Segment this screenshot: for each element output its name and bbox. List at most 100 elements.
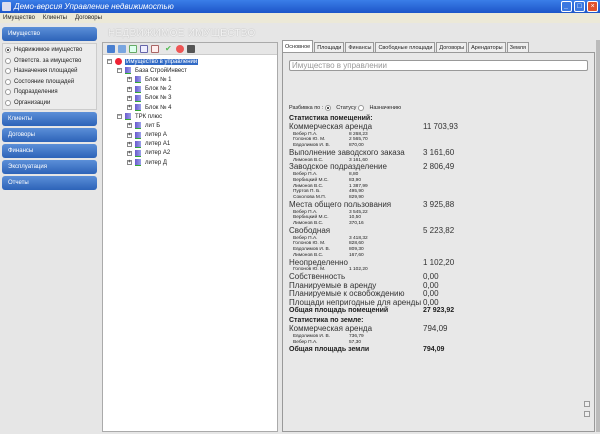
title-bar: Демо-версия Управление недвижимостью _ □… — [0, 0, 600, 13]
expand-icon[interactable]: + — [127, 123, 132, 129]
menu-item[interactable]: Клиенты — [43, 13, 67, 23]
expand-icon[interactable]: + — [127, 160, 132, 166]
tree-node-label[interactable]: ТРК плюс — [135, 114, 162, 120]
tree-node[interactable]: − ТРК плюс — [107, 112, 273, 121]
radio-icon[interactable] — [5, 89, 11, 96]
expand-icon[interactable]: + — [127, 86, 132, 92]
split-status-radio[interactable] — [325, 105, 332, 111]
stat-row: Места общего пользования 3 925,88 — [289, 200, 588, 210]
menu-item[interactable]: Имущество — [3, 13, 35, 23]
tree-node-label[interactable]: Блок № 2 — [145, 86, 172, 92]
tab[interactable]: Арендаторы — [468, 42, 506, 52]
scroll-down-button[interactable] — [584, 411, 590, 417]
tree-node-label[interactable]: Блок № 4 — [145, 105, 172, 111]
sidebar-option-label: Подразделения — [14, 89, 58, 96]
scrollbar[interactable] — [596, 40, 600, 432]
total-label: Общая площадь помещений — [289, 307, 389, 315]
tree-node[interactable]: + Блок № 2 — [107, 85, 273, 94]
cancel-icon[interactable] — [176, 45, 184, 53]
sidebar-group[interactable]: Клиенты — [2, 112, 97, 126]
sidebar-option-label: Назначения площадей — [14, 68, 78, 75]
expand-icon[interactable]: + — [127, 141, 132, 147]
split-purpose-radio[interactable] — [358, 105, 365, 111]
expand-icon[interactable]: + — [127, 77, 132, 83]
add-document-icon[interactable] — [129, 45, 137, 53]
stat-name: Заводское подразделение — [289, 162, 387, 172]
sidebar-option[interactable]: Ответств. за имущество — [5, 56, 94, 67]
tree-node[interactable]: + литер А1 — [107, 140, 273, 149]
expand-icon[interactable]: + — [127, 150, 132, 156]
sidebar-option[interactable]: Подразделения — [5, 87, 94, 98]
sidebar-option[interactable]: Организации — [5, 98, 94, 109]
sidebar-option[interactable]: Состояние площадей — [5, 77, 94, 88]
tab[interactable]: Площади — [314, 42, 345, 52]
edit-document-icon[interactable] — [140, 45, 148, 53]
sidebar-group[interactable]: Договоры — [2, 128, 97, 142]
sidebar-group[interactable]: Эксплуатация — [2, 160, 97, 174]
collapse-icon[interactable]: − — [117, 68, 122, 74]
sidebar-option[interactable]: Назначения площадей — [5, 66, 94, 77]
building-icon — [135, 85, 141, 93]
property-name-input[interactable]: Имущество в управлении — [289, 60, 588, 71]
collapse-icon[interactable]: − — [107, 59, 112, 65]
windows-icon[interactable] — [118, 45, 126, 53]
tab[interactable]: Свободные площади — [375, 42, 436, 52]
check-icon[interactable]: ✔ — [165, 45, 173, 53]
tree-node[interactable]: + Блок № 3 — [107, 94, 273, 103]
expand-icon[interactable]: + — [127, 132, 132, 138]
tree-node[interactable]: + лит Б — [107, 121, 273, 130]
sidebar-group[interactable]: Финансы — [2, 144, 97, 158]
collapse-icon[interactable]: − — [117, 114, 122, 120]
menu-item[interactable]: Договоры — [75, 13, 102, 23]
tab[interactable]: Договоры — [436, 42, 468, 52]
maximize-button[interactable]: □ — [574, 1, 585, 12]
land-total-label: Общая площадь земли — [289, 345, 370, 353]
tree-node[interactable]: + Блок № 4 — [107, 103, 273, 112]
sidebar-option[interactable]: Недвижимое имущество — [5, 45, 94, 56]
radio-icon[interactable] — [5, 99, 11, 106]
stat-value: 11 703,93 — [423, 122, 458, 131]
tree-node-label[interactable]: Имущество в управлении — [125, 58, 199, 65]
tree-node-label[interactable]: литер А1 — [145, 141, 170, 147]
tree-node[interactable]: + Блок № 1 — [107, 75, 273, 84]
sidebar-group-property[interactable]: Имущество — [2, 27, 97, 41]
total-value: 27 923,92 — [423, 307, 455, 315]
scroll-up-button[interactable] — [584, 401, 590, 407]
radio-icon[interactable] — [5, 47, 11, 54]
delete-document-icon[interactable] — [151, 45, 159, 53]
expand-icon[interactable]: + — [127, 95, 132, 101]
building-icon — [135, 94, 141, 102]
building-icon — [135, 140, 141, 148]
sidebar-group[interactable]: Отчеты — [2, 176, 97, 190]
tree-node-label[interactable]: База СтройИнвест — [135, 68, 187, 74]
tree-node[interactable]: + литер А — [107, 131, 273, 140]
tab[interactable]: Земля — [506, 42, 529, 52]
stat-value: 794,09 — [423, 324, 448, 334]
tree-node-label[interactable]: Блок № 1 — [145, 77, 172, 83]
tab[interactable]: Финансы — [345, 42, 375, 52]
close-button[interactable]: × — [587, 1, 598, 12]
tree-node-label[interactable]: литер Д — [145, 160, 167, 166]
tree-node-label[interactable]: Блок № 3 — [145, 95, 172, 101]
tree-root[interactable]: − Имущество в управлении — [107, 57, 273, 66]
stat-name: Выполнение заводского заказа — [289, 147, 405, 157]
expand-icon[interactable]: + — [127, 105, 132, 111]
tree-node[interactable]: + литер А2 — [107, 149, 273, 158]
tab[interactable]: Основное — [282, 40, 314, 52]
tree-node-label[interactable]: литер А2 — [145, 150, 170, 156]
split-status-label[interactable]: Статусу — [336, 105, 356, 111]
property-tree-panel: ✔ − Имущество в управлении − База СтройИнве… — [102, 42, 278, 432]
tree-node-label[interactable]: лит Б — [145, 123, 160, 129]
minimize-button[interactable]: _ — [561, 1, 572, 12]
tree-node-label[interactable]: литер А — [145, 132, 167, 138]
radio-icon[interactable] — [5, 78, 11, 85]
tree-node[interactable]: − База СтройИнвест — [107, 66, 273, 75]
stat-row: Коммерческая аренда 11 703,93 — [289, 122, 588, 132]
radio-icon[interactable] — [5, 57, 11, 64]
print-icon[interactable] — [187, 45, 195, 53]
building-icon — [135, 149, 141, 157]
radio-icon[interactable] — [5, 68, 11, 75]
split-purpose-label[interactable]: Назначению — [369, 105, 401, 111]
tree-node[interactable]: + литер Д — [107, 158, 273, 167]
collapse-icon[interactable] — [107, 45, 115, 53]
